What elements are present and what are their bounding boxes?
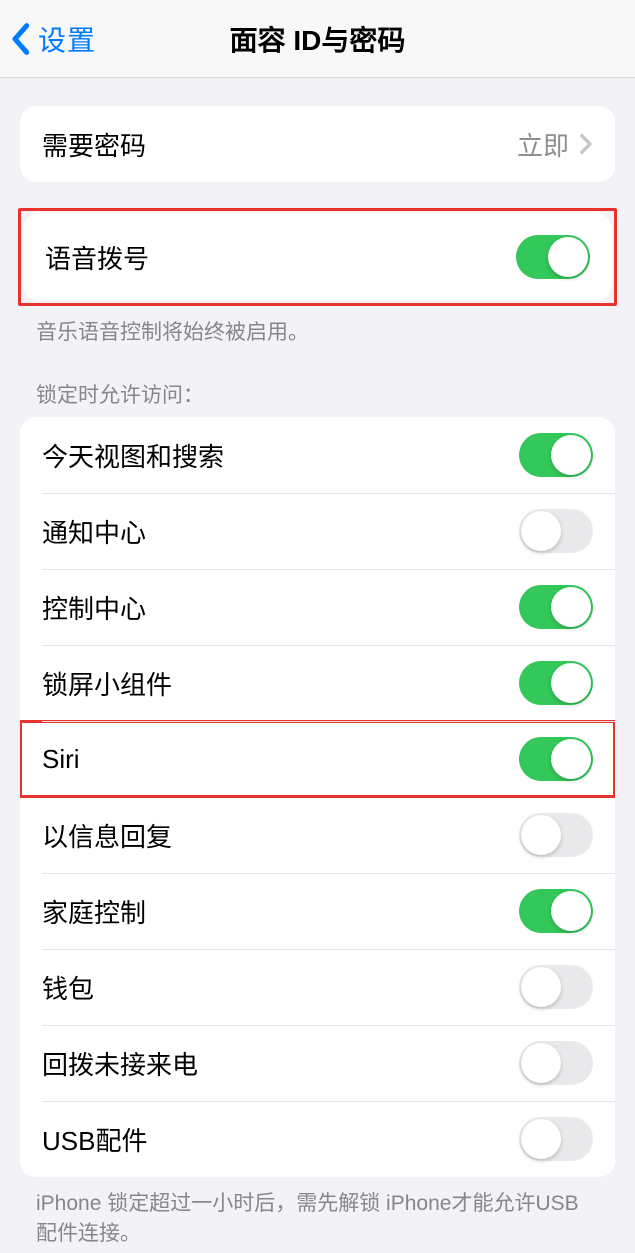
require-passcode-row[interactable]: 需要密码 立即 bbox=[20, 106, 615, 182]
lock-access-row[interactable]: 锁屏小组件 bbox=[20, 645, 615, 721]
voice-dial-label: 语音拨号 bbox=[45, 239, 516, 276]
require-passcode-label: 需要密码 bbox=[42, 126, 517, 163]
lock-access-toggle[interactable] bbox=[519, 433, 593, 477]
lock-access-label: 控制中心 bbox=[42, 589, 519, 626]
lock-access-row[interactable]: 通知中心 bbox=[20, 493, 615, 569]
back-label: 设置 bbox=[38, 19, 96, 59]
highlight-voice-dial: 语音拨号 bbox=[18, 208, 617, 306]
lock-access-label: 钱包 bbox=[42, 969, 519, 1006]
lock-access-group: 今天视图和搜索通知中心控制中心锁屏小组件 Siri 以信息回复家庭控制钱包回拨未接来… bbox=[20, 417, 615, 1177]
back-button[interactable]: 设置 bbox=[0, 19, 96, 59]
lock-access-label: USB配件 bbox=[42, 1121, 519, 1158]
chevron-left-icon bbox=[10, 22, 30, 56]
lock-access-row[interactable]: 控制中心 bbox=[20, 569, 615, 645]
lock-access-header: 锁定时允许访问： bbox=[36, 379, 599, 409]
lock-access-label: 回拨未接来电 bbox=[42, 1045, 519, 1082]
voice-dial-row[interactable]: 语音拨号 bbox=[23, 213, 612, 301]
lock-access-row[interactable]: Siri bbox=[20, 721, 615, 797]
lock-access-row[interactable]: 今天视图和搜索 bbox=[20, 417, 615, 493]
voice-dial-footer: 音乐语音控制将始终被启用。 bbox=[36, 318, 599, 347]
lock-access-label: 家庭控制 bbox=[42, 893, 519, 930]
lock-access-row[interactable]: 家庭控制 bbox=[20, 873, 615, 949]
lock-access-toggle[interactable] bbox=[519, 889, 593, 933]
lock-access-label: 今天视图和搜索 bbox=[42, 437, 519, 474]
lock-access-row[interactable]: 钱包 bbox=[20, 949, 615, 1025]
navbar: 设置 面容 ID与密码 bbox=[0, 0, 635, 78]
lock-access-label: Siri bbox=[42, 744, 519, 775]
lock-access-row[interactable]: USB配件 bbox=[20, 1101, 615, 1177]
lock-access-row[interactable]: 以信息回复 bbox=[20, 797, 615, 873]
lock-access-toggle[interactable] bbox=[519, 585, 593, 629]
lock-access-toggle[interactable] bbox=[519, 1041, 593, 1085]
voice-dial-group: 语音拨号 bbox=[23, 213, 612, 301]
passcode-group: 需要密码 立即 bbox=[20, 106, 615, 182]
lock-access-toggle[interactable] bbox=[519, 965, 593, 1009]
lock-access-toggle[interactable] bbox=[519, 1117, 593, 1161]
lock-access-toggle[interactable] bbox=[519, 813, 593, 857]
lock-access-toggle[interactable] bbox=[519, 661, 593, 705]
voice-dial-toggle[interactable] bbox=[516, 235, 590, 279]
chevron-right-icon bbox=[579, 133, 593, 155]
lock-access-toggle[interactable] bbox=[519, 509, 593, 553]
lock-access-row[interactable]: 回拨未接来电 bbox=[20, 1025, 615, 1101]
lock-access-label: 通知中心 bbox=[42, 513, 519, 550]
lock-access-toggle[interactable] bbox=[519, 737, 593, 781]
lock-access-footer: iPhone 锁定超过一小时后，需先解锁 iPhone才能允许USB 配件连接。 bbox=[36, 1189, 599, 1248]
lock-access-label: 锁屏小组件 bbox=[42, 665, 519, 702]
require-passcode-value: 立即 bbox=[517, 126, 569, 163]
lock-access-label: 以信息回复 bbox=[42, 817, 519, 854]
